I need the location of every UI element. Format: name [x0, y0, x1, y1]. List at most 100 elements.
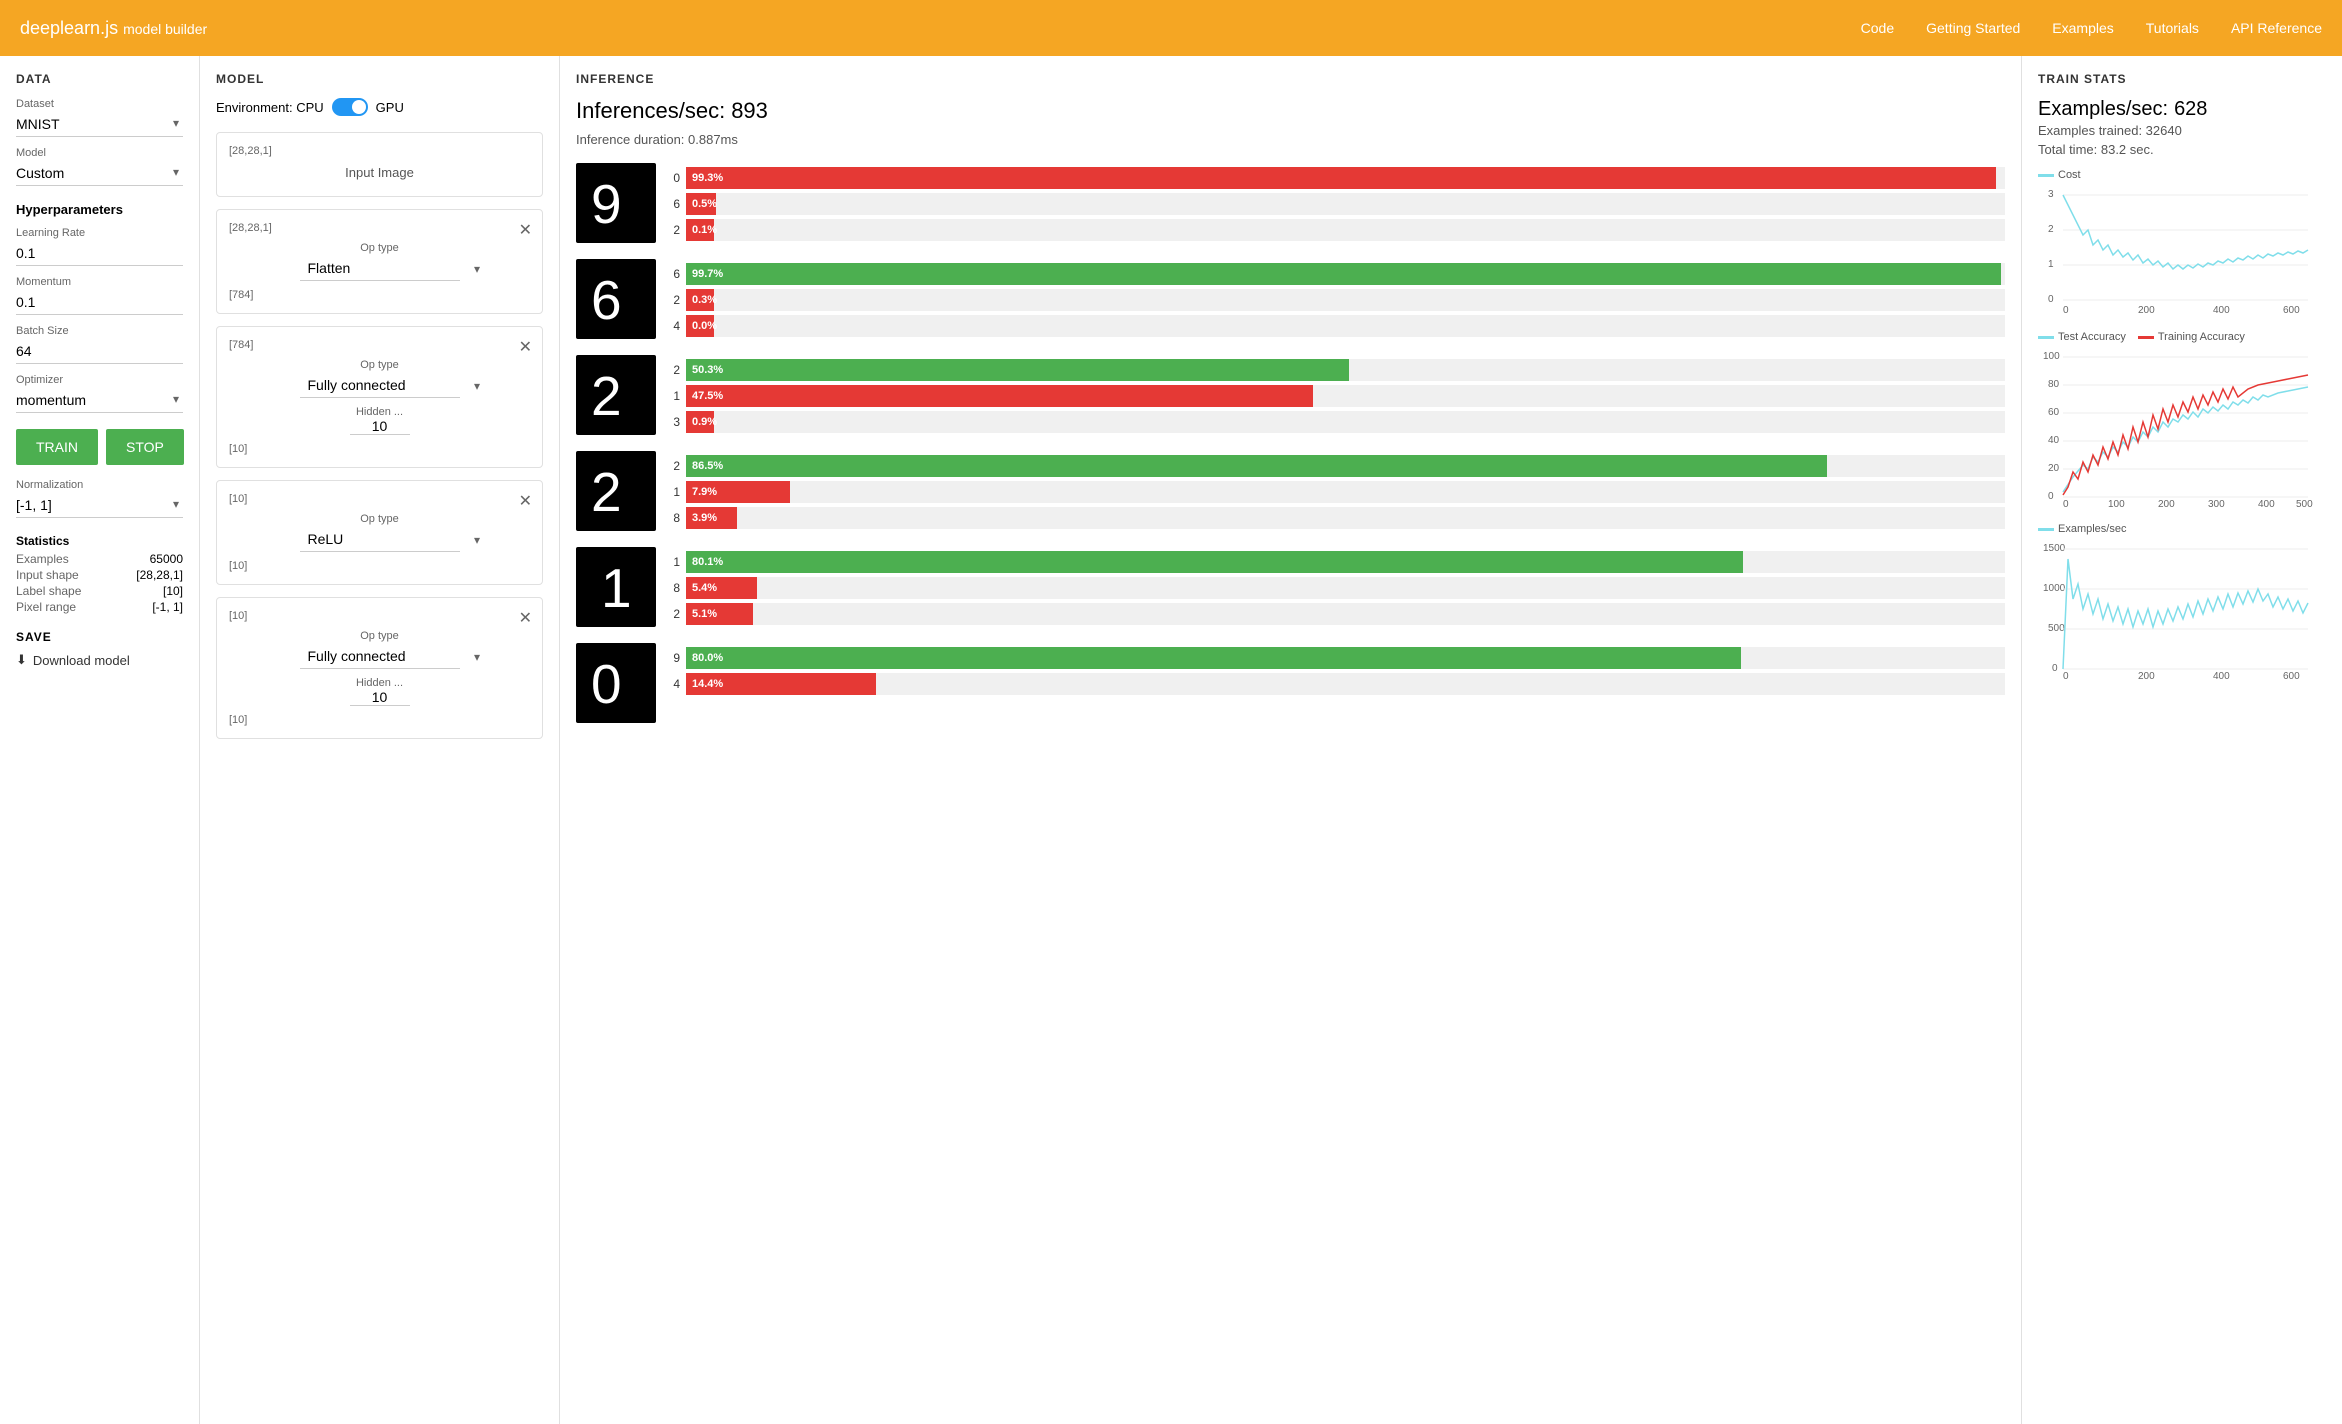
fc1-op-label: Op type: [229, 359, 530, 371]
test-accuracy-color: [2038, 336, 2054, 339]
inferences-sec-value: 893: [731, 98, 768, 124]
svg-text:0: 0: [2063, 499, 2069, 507]
flatten-close-button[interactable]: ✕: [519, 220, 532, 240]
train-button[interactable]: TRAIN: [16, 429, 98, 465]
stats-pixel-range: Pixel range [-1, 1]: [16, 600, 183, 614]
optimizer-label: Optimizer: [16, 374, 183, 386]
cost-chart-container: Cost 3 2 1 0 0 200 400 600: [2038, 169, 2326, 315]
svg-text:2: 2: [2048, 224, 2054, 235]
inference-sample-2: 2 2 50.3% 1 47.5% 3: [576, 355, 2005, 435]
fc2-input: [10]: [229, 610, 530, 622]
svg-text:80: 80: [2048, 379, 2060, 390]
digit-svg-0: 9: [581, 168, 651, 238]
cost-legend-item: Cost: [2038, 169, 2081, 181]
fc1-close-button[interactable]: ✕: [519, 337, 532, 357]
svg-text:1000: 1000: [2043, 583, 2066, 594]
training-accuracy-label: Training Accuracy: [2158, 331, 2245, 343]
examples-sec-chart-legend: Examples/sec: [2038, 523, 2326, 535]
optimizer-select-wrapper: momentum: [16, 388, 183, 413]
digit-svg-1: 6: [581, 264, 651, 334]
svg-text:0: 0: [2052, 663, 2058, 674]
stats-input-shape: Input shape [28,28,1]: [16, 568, 183, 582]
dataset-select-wrapper: MNIST: [16, 112, 183, 137]
test-accuracy-legend: Test Accuracy: [2038, 331, 2126, 343]
inference-sample-5: 0 9 80.0% 4 14.4%: [576, 643, 2005, 723]
bar-row-3-2: 8 3.9%: [668, 507, 2005, 529]
fc2-hidden-input[interactable]: [350, 689, 410, 706]
flatten-op-select[interactable]: Flatten: [300, 256, 460, 281]
svg-text:100: 100: [2108, 499, 2125, 507]
svg-text:1500: 1500: [2043, 543, 2066, 554]
inference-duration: Inference duration: 0.887ms: [576, 132, 2005, 147]
stats-title: Statistics: [16, 534, 183, 548]
bar-row-4-2: 2 5.1%: [668, 603, 2005, 625]
examples-sec-chart: 1500 1000 500 0 0 200 400 600: [2038, 539, 2318, 679]
environment-row: Environment: CPU GPU: [216, 98, 543, 116]
svg-text:400: 400: [2258, 499, 2275, 507]
fc2-op-select[interactable]: Fully connected: [300, 644, 460, 669]
bars-4: 1 80.1% 8 5.4% 2 5.1%: [668, 547, 2005, 625]
download-icon: ⬇: [16, 652, 27, 668]
fc2-close-button[interactable]: ✕: [519, 608, 532, 628]
nav-examples[interactable]: Examples: [2052, 20, 2113, 36]
svg-text:400: 400: [2213, 671, 2230, 679]
svg-text:0: 0: [2063, 305, 2069, 315]
bar-row-1-1: 2 0.3%: [668, 289, 2005, 311]
nav-code[interactable]: Code: [1861, 20, 1894, 36]
env-cpu-label: Environment: CPU: [216, 100, 324, 115]
fc2-output: [10]: [229, 714, 530, 726]
batch-size-input[interactable]: [16, 339, 183, 364]
bar-row-5-1: 4 14.4%: [668, 673, 2005, 695]
svg-text:500: 500: [2296, 499, 2313, 507]
digit-image-5: 0: [576, 643, 656, 723]
input-image-label: Input Image: [229, 165, 530, 180]
svg-text:1: 1: [2048, 259, 2054, 270]
svg-text:60: 60: [2048, 407, 2060, 418]
cost-chart-legend: Cost: [2038, 169, 2326, 181]
nav-tutorials[interactable]: Tutorials: [2146, 20, 2199, 36]
bar-row-0-1: 6 0.5%: [668, 193, 2005, 215]
fc1-op-select[interactable]: Fully connected: [300, 373, 460, 398]
examples-sec-legend-item: Examples/sec: [2038, 523, 2126, 535]
flatten-block: [28,28,1] ✕ Op type Flatten [784]: [216, 209, 543, 314]
bar-row-3-1: 1 7.9%: [668, 481, 2005, 503]
momentum-label: Momentum: [16, 276, 183, 288]
nav: Code Getting Started Examples Tutorials …: [1861, 20, 2322, 36]
digit-svg-3: 2: [581, 456, 651, 526]
input-block: [28,28,1] Input Image: [216, 132, 543, 197]
fc1-hidden-input[interactable]: [350, 418, 410, 435]
svg-text:100: 100: [2043, 351, 2060, 362]
nav-getting-started[interactable]: Getting Started: [1926, 20, 2020, 36]
svg-text:40: 40: [2048, 435, 2060, 446]
logo: deeplearn.js model builder: [20, 18, 207, 39]
stop-button[interactable]: STOP: [106, 429, 184, 465]
examples-sec-value: 628: [2174, 98, 2207, 121]
bar-row-2-0: 2 50.3%: [668, 359, 2005, 381]
model-select[interactable]: Custom: [16, 161, 183, 186]
relu-op-select[interactable]: ReLU: [300, 527, 460, 552]
dataset-select[interactable]: MNIST: [16, 112, 183, 137]
save-section: SAVE ⬇ Download model: [16, 630, 183, 668]
optimizer-select[interactable]: momentum: [16, 388, 183, 413]
learning-rate-input[interactable]: [16, 241, 183, 266]
stats-section: Statistics Examples 65000 Input shape [2…: [16, 534, 183, 614]
normalization-select[interactable]: [-1, 1]: [16, 493, 183, 518]
svg-text:1: 1: [601, 557, 632, 619]
download-model-link[interactable]: ⬇ Download model: [16, 652, 183, 668]
cost-legend-label: Cost: [2058, 169, 2081, 181]
fc2-op-label: Op type: [229, 630, 530, 642]
lr-label: Learning Rate: [16, 227, 183, 239]
examples-trained: Examples trained: 32640: [2038, 123, 2326, 138]
bars-2: 2 50.3% 1 47.5% 3 0.9%: [668, 355, 2005, 433]
digit-image-1: 6: [576, 259, 656, 339]
relu-close-button[interactable]: ✕: [519, 491, 532, 511]
svg-text:0: 0: [2048, 491, 2054, 502]
bar-row-2-1: 1 47.5%: [668, 385, 2005, 407]
nav-api-reference[interactable]: API Reference: [2231, 20, 2322, 36]
cpu-gpu-toggle[interactable]: [332, 98, 368, 116]
svg-text:600: 600: [2283, 671, 2300, 679]
momentum-input[interactable]: [16, 290, 183, 315]
model-panel: MODEL Environment: CPU GPU [28,28,1] Inp…: [200, 56, 560, 1424]
fc1-op-wrapper: Fully connected: [229, 373, 530, 398]
digit-image-2: 2: [576, 355, 656, 435]
